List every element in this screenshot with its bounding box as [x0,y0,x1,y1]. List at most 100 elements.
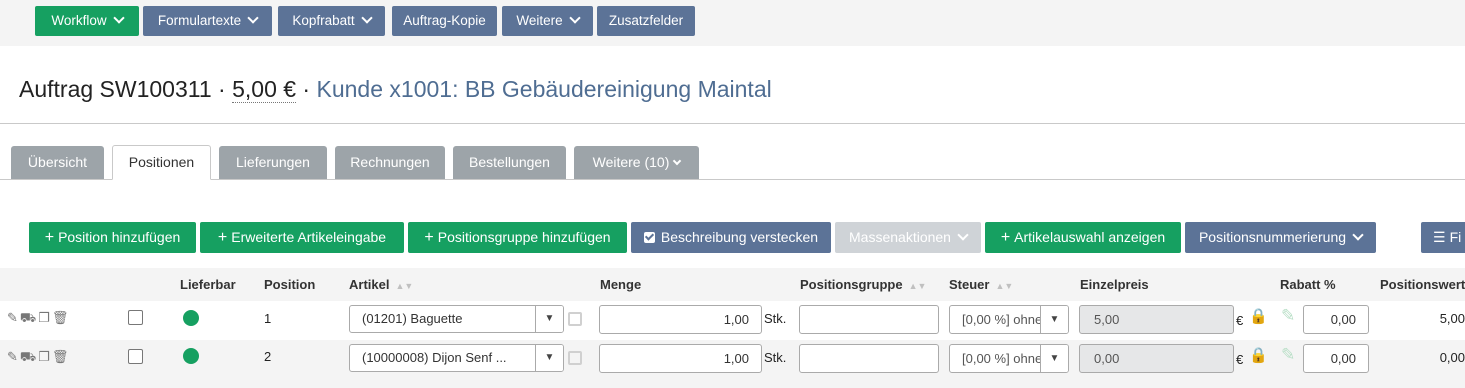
sort-icon: ▲▼ [908,281,927,291]
lock-icon[interactable]: 🔒 [1249,307,1268,325]
tab-uebersicht[interactable]: Übersicht [11,146,104,179]
kopfrabatt-dropdown-button[interactable]: Kopfrabatt [278,6,385,36]
column-header-artikel[interactable]: Artikel ▲▼ [349,277,413,292]
discount-input[interactable]: 0,00 [1303,305,1369,334]
position-value: 5,00 [1439,311,1465,326]
page-title: Auftrag SW100311 · 5,00 € · Kunde x1001:… [19,76,772,103]
tab-rechnungen[interactable]: Rechnungen [335,146,445,179]
order-number: Auftrag SW100311 [19,76,212,102]
tab-weitere[interactable]: Weitere (10) [574,146,699,179]
lock-icon[interactable]: 🔒 [1249,346,1268,364]
truck-icon[interactable]: ⛟ [20,310,36,325]
open-external-icon[interactable] [568,312,582,326]
unit-price-field: 5,00 [1079,305,1234,334]
caret-down-icon: ▼ [1040,345,1068,372]
unit-label: Stk. [764,350,787,365]
extended-article-entry-button[interactable]: + Erweiterte Artikeleingabe [200,222,404,253]
edit-icon[interactable]: ✎ [7,349,18,364]
copy-icon[interactable]: ❐ [38,349,50,364]
edit-discount-icon[interactable]: ✎ [1281,306,1295,326]
tab-lieferungen[interactable]: Lieferungen [219,146,327,179]
quantity-input[interactable]: 1,00 [599,344,762,373]
trash-icon[interactable]: 🗑 [52,310,69,325]
add-position-group-button[interactable]: + Positionsgruppe hinzufügen [408,222,627,253]
article-select[interactable]: (01201) Baguette ▼ [349,305,564,333]
tax-select[interactable]: [0,00 %] ohne ▼ [949,344,1069,373]
plus-icon: + [217,229,228,246]
artikel-header-label: Artikel [349,277,390,292]
chevron-down-icon [1352,229,1364,241]
article-select[interactable]: (10000008) Dijon Senf ... ▼ [349,344,564,372]
row-actions: ✎ ⛟ ❐ 🗑 [7,349,70,367]
plus-icon: + [1000,229,1011,246]
weitere-dropdown-button[interactable]: Weitere [502,6,593,36]
formulartexte-dropdown-button[interactable]: Formulartexte [143,6,272,36]
add-group-label: Positionsgruppe hinzufügen [437,229,611,245]
tax-select[interactable]: [0,00 %] ohne ▼ [949,305,1069,334]
available-status-dot [183,310,199,326]
mass-actions-dropdown-button[interactable]: Massenaktionen [835,222,981,253]
mass-actions-label: Massenaktionen [849,229,951,245]
sort-icon: ▲▼ [395,281,414,291]
chevron-down-icon [247,12,259,24]
plus-icon: + [44,229,55,246]
row-select-checkbox[interactable] [128,310,143,325]
divider [0,123,1465,124]
quantity-input[interactable]: 1,00 [599,305,762,334]
add-position-button[interactable]: + Position hinzufügen [29,222,196,253]
copy-icon[interactable]: ❐ [38,310,50,325]
extended-entry-label: Erweiterte Artikeleingabe [231,229,387,245]
chevron-down-icon [112,12,125,24]
title-separator: · [296,76,317,102]
article-value: (10000008) Dijon Senf ... [362,350,507,365]
tabs-divider [0,179,1465,180]
position-numbering-dropdown-button[interactable]: Positionsnummerierung [1185,222,1376,253]
unit-label: Stk. [764,311,787,326]
available-status-dot [183,348,199,364]
position-group-input[interactable] [799,344,939,373]
edit-icon[interactable]: ✎ [7,310,18,325]
sort-icon: ▲▼ [995,281,1014,291]
column-header-positionswert: Positionswert [1380,277,1465,292]
open-external-icon[interactable] [568,351,582,365]
weitere-label: Weitere [516,13,563,28]
filter-label: Fi [1449,229,1462,245]
position-number: 2 [264,349,272,364]
chevron-down-icon [360,12,373,24]
column-header-menge: Menge [600,277,642,292]
chevron-down-icon [568,12,581,24]
show-article-selection-button[interactable]: + Artikelauswahl anzeigen [985,222,1181,253]
kopfrabatt-label: Kopfrabatt [292,13,355,28]
checkbox-checked-icon [643,232,655,243]
trash-icon[interactable]: 🗑 [52,349,69,364]
chevron-down-icon [957,229,969,241]
auftrag-kopie-button[interactable]: Auftrag-Kopie [392,6,497,36]
numbering-label: Positionsnummerierung [1198,229,1347,245]
hide-description-toggle[interactable]: Beschreibung verstecken [631,222,831,253]
column-header-rabatt: Rabatt % [1280,277,1336,292]
position-group-input[interactable] [799,305,939,334]
unit-price-field: 0,00 [1079,344,1234,373]
order-amount: 5,00 € [232,76,297,103]
tab-positionen[interactable]: Positionen [112,145,211,180]
column-header-einzelpreis: Einzelpreis [1080,277,1149,292]
discount-input[interactable]: 0,00 [1303,344,1369,373]
caret-down-icon: ▼ [535,345,563,371]
tab-bestellungen[interactable]: Bestellungen [453,146,566,179]
article-selection-label: Artikelauswahl anzeigen [1014,229,1166,245]
workflow-dropdown-button[interactable]: Workflow [35,6,139,36]
customer-link[interactable]: Kunde x1001: BB Gebäudereinigung Maintal [317,76,772,102]
plus-icon: + [424,229,434,246]
edit-discount-icon[interactable]: ✎ [1281,345,1295,365]
filter-button[interactable]: ☰ Fi [1421,222,1465,253]
row-select-checkbox[interactable] [128,349,143,364]
workflow-label: Workflow [51,13,107,28]
title-separator: · [211,76,233,102]
column-header-lieferbar: Lieferbar [180,277,236,292]
gruppe-header-label: Positionsgruppe [800,277,903,292]
article-value: (01201) Baguette [362,311,463,326]
column-header-steuer[interactable]: Steuer ▲▼ [949,277,1013,292]
column-header-positionsgruppe[interactable]: Positionsgruppe ▲▼ [800,277,926,292]
zusatzfelder-button[interactable]: Zusatzfelder [597,6,695,36]
truck-icon[interactable]: ⛟ [20,349,36,364]
